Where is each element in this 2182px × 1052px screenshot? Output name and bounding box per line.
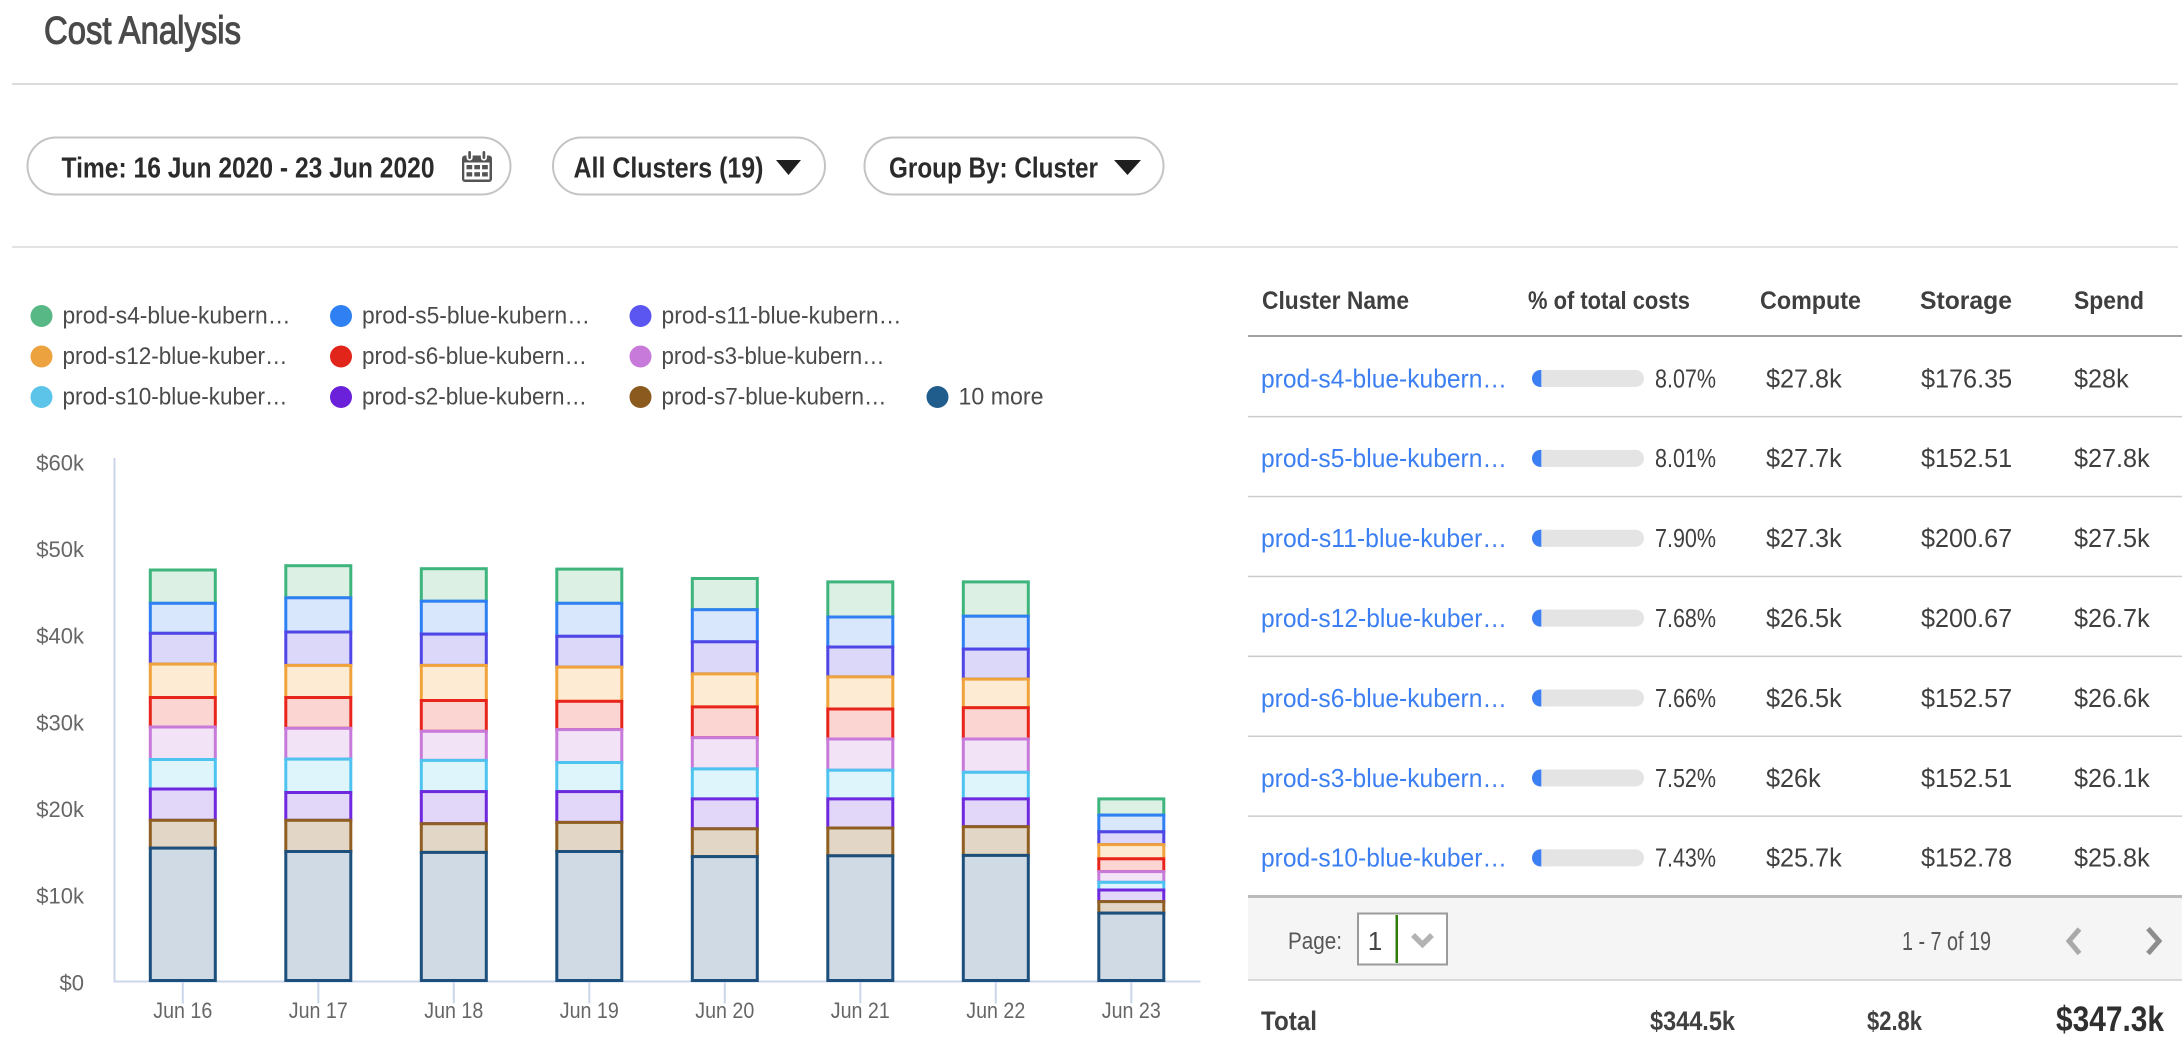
svg-text:$200.67: $200.67 (1921, 603, 2012, 633)
svg-text:prod-s5-blue-kubern…: prod-s5-blue-kubern… (1261, 443, 1507, 473)
svg-text:$25.7k: $25.7k (1766, 843, 1843, 873)
svg-text:$26.7k: $26.7k (2074, 603, 2151, 633)
svg-text:prod-s6-blue-kubern…: prod-s6-blue-kubern… (362, 343, 587, 370)
svg-text:7.66%: 7.66% (1655, 683, 1716, 713)
svg-text:1 - 7 of 19: 1 - 7 of 19 (1902, 926, 1991, 956)
svg-text:prod-s10-blue-kuber…: prod-s10-blue-kuber… (1261, 843, 1507, 873)
svg-text:$27.3k: $27.3k (1766, 523, 1843, 553)
svg-text:prod-s4-blue-kubern…: prod-s4-blue-kubern… (1261, 363, 1507, 393)
svg-text:$26k: $26k (1766, 763, 1822, 793)
svg-text:prod-s12-blue-kuber…: prod-s12-blue-kuber… (1261, 603, 1507, 633)
svg-text:$20k: $20k (36, 797, 85, 822)
svg-text:$40k: $40k (36, 624, 85, 649)
svg-text:$60k: $60k (36, 450, 85, 475)
svg-text:prod-s2-blue-kubern…: prod-s2-blue-kubern… (362, 384, 587, 411)
svg-text:$50k: $50k (36, 537, 85, 562)
svg-text:Cluster Name: Cluster Name (1262, 287, 1409, 315)
svg-text:$152.51: $152.51 (1921, 443, 2012, 473)
svg-text:Jun 18: Jun 18 (424, 998, 483, 1023)
svg-text:% of total costs: % of total costs (1528, 287, 1690, 315)
svg-text:$27.7k: $27.7k (1766, 443, 1843, 473)
svg-text:Group By: Cluster: Group By: Cluster (889, 153, 1098, 185)
svg-text:$25.8k: $25.8k (2074, 843, 2151, 873)
svg-text:Compute: Compute (1760, 287, 1861, 315)
svg-text:Spend: Spend (2074, 287, 2144, 315)
svg-text:Cost Analysis: Cost Analysis (44, 10, 241, 53)
svg-text:$26.5k: $26.5k (1766, 683, 1843, 713)
svg-text:$30k: $30k (36, 710, 85, 735)
svg-text:Total: Total (1261, 1006, 1317, 1036)
svg-text:1: 1 (1368, 926, 1382, 956)
svg-text:Jun 20: Jun 20 (695, 998, 754, 1023)
svg-text:Time: 16 Jun 2020 - 23 Jun 202: Time: 16 Jun 2020 - 23 Jun 2020 (62, 153, 435, 185)
svg-text:prod-s10-blue-kuber…: prod-s10-blue-kuber… (63, 384, 288, 411)
svg-text:prod-s5-blue-kubern…: prod-s5-blue-kubern… (362, 303, 590, 330)
svg-text:$10k: $10k (36, 884, 85, 909)
svg-text:Jun 17: Jun 17 (289, 998, 348, 1023)
svg-text:Jun 19: Jun 19 (560, 998, 619, 1023)
svg-text:$27.5k: $27.5k (2074, 523, 2151, 553)
svg-text:Jun 21: Jun 21 (831, 998, 890, 1023)
svg-text:$152.51: $152.51 (1921, 763, 2012, 793)
svg-text:$152.78: $152.78 (1921, 843, 2012, 873)
svg-text:prod-s7-blue-kubern…: prod-s7-blue-kubern… (662, 384, 887, 411)
svg-text:Jun 23: Jun 23 (1102, 998, 1161, 1023)
svg-text:prod-s11-blue-kubern…: prod-s11-blue-kubern… (662, 303, 902, 330)
svg-text:$26.5k: $26.5k (1766, 603, 1843, 633)
svg-text:prod-s6-blue-kubern…: prod-s6-blue-kubern… (1261, 683, 1507, 713)
svg-text:$27.8k: $27.8k (2074, 443, 2151, 473)
svg-text:Jun 22: Jun 22 (966, 998, 1025, 1023)
svg-text:$344.5k: $344.5k (1650, 1006, 1736, 1036)
svg-text:7.43%: 7.43% (1655, 843, 1716, 873)
svg-text:$176.35: $176.35 (1921, 363, 2012, 393)
svg-text:prod-s4-blue-kubern…: prod-s4-blue-kubern… (63, 303, 291, 330)
svg-text:$347.3k: $347.3k (2056, 1000, 2164, 1039)
svg-text:All Clusters (19): All Clusters (19) (574, 153, 764, 185)
svg-text:10 more: 10 more (959, 384, 1044, 411)
svg-text:Storage: Storage (1920, 287, 2012, 315)
svg-text:prod-s3-blue-kubern…: prod-s3-blue-kubern… (662, 343, 885, 370)
svg-text:8.07%: 8.07% (1655, 363, 1716, 393)
svg-text:$2.8k: $2.8k (1867, 1006, 1923, 1036)
svg-text:7.90%: 7.90% (1655, 523, 1716, 553)
svg-text:$200.67: $200.67 (1921, 523, 2012, 553)
svg-text:$26.1k: $26.1k (2074, 763, 2151, 793)
svg-text:prod-s12-blue-kuber…: prod-s12-blue-kuber… (63, 343, 288, 370)
svg-text:$27.8k: $27.8k (1766, 363, 1843, 393)
svg-text:Page:: Page: (1288, 928, 1342, 955)
svg-text:$28k: $28k (2074, 363, 2130, 393)
svg-text:Jun 16: Jun 16 (153, 998, 212, 1023)
svg-text:prod-s11-blue-kuber…: prod-s11-blue-kuber… (1261, 523, 1507, 553)
svg-text:$0: $0 (60, 970, 84, 995)
svg-text:8.01%: 8.01% (1655, 443, 1716, 473)
svg-text:$26.6k: $26.6k (2074, 683, 2151, 713)
svg-text:7.52%: 7.52% (1655, 763, 1716, 793)
svg-text:7.68%: 7.68% (1655, 603, 1716, 633)
svg-text:prod-s3-blue-kubern…: prod-s3-blue-kubern… (1261, 763, 1507, 793)
svg-text:$152.57: $152.57 (1921, 683, 2012, 713)
